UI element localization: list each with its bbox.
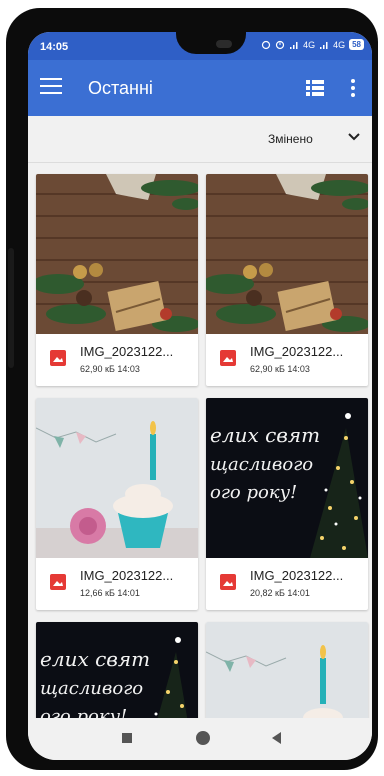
- network-type: 4G: [303, 39, 316, 50]
- greeting-line-2: щасливого: [210, 454, 313, 475]
- file-name: IMG_2023122...: [80, 568, 174, 583]
- thumbnail-gift: [206, 174, 368, 334]
- file-name: IMG_2023122...: [250, 568, 344, 583]
- status-time: 14:05: [40, 41, 69, 53]
- timer-icon: [275, 40, 285, 49]
- greeting-line-1: елих свят: [40, 647, 150, 671]
- greeting-line-3: ого року!: [40, 706, 127, 718]
- camera-lens: [216, 40, 232, 48]
- image-file-icon: [50, 574, 66, 590]
- thumbnail-greeting: елих свят щасливого ого року!: [206, 398, 368, 558]
- menu-icon[interactable]: [40, 78, 62, 98]
- thumbnail-cupcake: [206, 622, 368, 718]
- thumbnail-greeting: елих свят щасливого ого року!: [36, 622, 198, 718]
- screen: 14:05 4G 4G 58 Останні Змінено IMG_20231…: [28, 32, 372, 760]
- file-info: 12,66 кБ 14:01: [80, 588, 140, 598]
- side-button: [8, 248, 14, 368]
- image-file-icon: [220, 574, 236, 590]
- system-nav-bar: [28, 718, 372, 760]
- file-info: 62,90 кБ 14:03: [80, 364, 140, 374]
- network-type-2: 4G: [333, 39, 346, 50]
- file-card[interactable]: елих свят щасливого ого року!: [36, 622, 198, 718]
- back-button[interactable]: [272, 732, 281, 744]
- image-file-icon: [50, 350, 66, 366]
- file-name: IMG_2023122...: [250, 344, 344, 359]
- app-bar: Останні: [28, 60, 372, 116]
- signal-icon-2: [320, 41, 328, 49]
- file-meta: IMG_2023122... 20,82 кБ 14:01: [206, 558, 368, 610]
- file-card[interactable]: IMG_2023122... 12,66 кБ 14:01: [36, 398, 198, 610]
- sort-dropdown[interactable]: Змінено: [268, 132, 313, 146]
- status-bar: 14:05 4G 4G 58: [28, 32, 372, 60]
- phone-frame: 14:05 4G 4G 58 Останні Змінено IMG_20231…: [6, 8, 378, 770]
- greeting-line-3: ого року!: [210, 482, 297, 503]
- page-title: Останні: [88, 78, 153, 98]
- alarm-icon: [261, 40, 271, 49]
- home-button[interactable]: [196, 731, 210, 745]
- list-view-icon[interactable]: [306, 80, 324, 96]
- file-card[interactable]: [206, 622, 368, 718]
- status-icons: 4G 4G 58: [261, 39, 364, 50]
- thumbnail-gift: [36, 174, 198, 334]
- file-name: IMG_2023122...: [80, 344, 174, 359]
- file-info: 62,90 кБ 14:03: [250, 364, 310, 374]
- sort-bar: Змінено: [28, 116, 372, 163]
- file-meta: IMG_2023122... 12,66 кБ 14:01: [36, 558, 198, 610]
- file-meta: IMG_2023122... 62,90 кБ 14:03: [206, 334, 368, 386]
- chevron-down-icon[interactable]: [348, 131, 360, 143]
- battery-icon: 58: [349, 39, 364, 50]
- file-card[interactable]: IMG_2023122... 62,90 кБ 14:03: [206, 174, 368, 386]
- greeting-line-1: елих свят: [210, 423, 320, 447]
- camera-notch: [176, 32, 246, 54]
- image-file-icon: [220, 350, 236, 366]
- file-grid: IMG_2023122... 62,90 кБ 14:03 IMG_202312…: [28, 163, 372, 718]
- file-card[interactable]: IMG_2023122... 62,90 кБ 14:03: [36, 174, 198, 386]
- file-card[interactable]: елих свят щасливого ого року! IMG_202312…: [206, 398, 368, 610]
- file-meta: IMG_2023122... 62,90 кБ 14:03: [36, 334, 198, 386]
- greeting-line-2: щасливого: [40, 678, 143, 699]
- recent-apps-button[interactable]: [122, 733, 132, 743]
- file-info: 20,82 кБ 14:01: [250, 588, 310, 598]
- thumbnail-cupcake: [36, 398, 198, 558]
- more-options-icon[interactable]: [350, 78, 356, 98]
- signal-icon: [290, 41, 298, 49]
